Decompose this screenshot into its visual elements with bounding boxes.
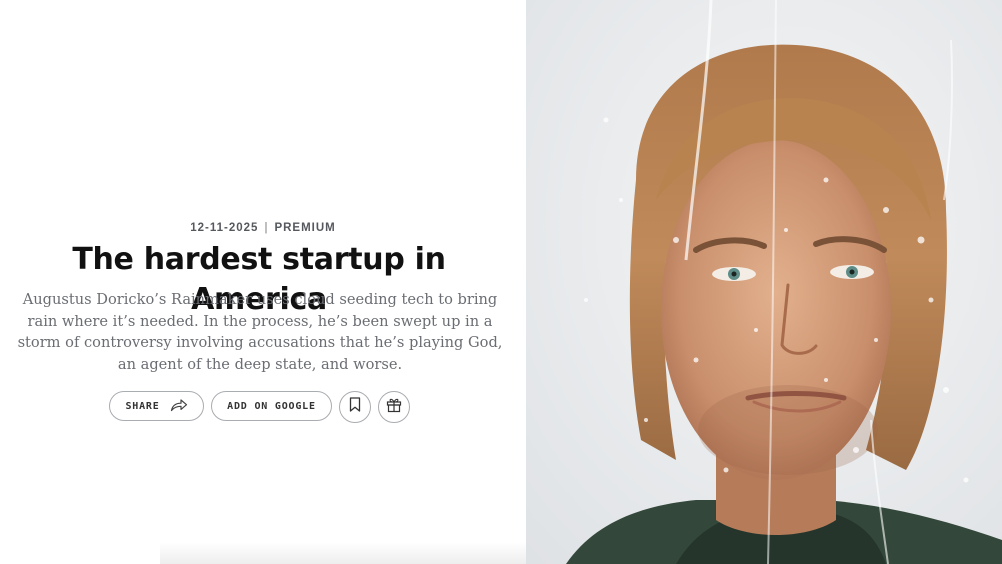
article-header: 12-11-2025 | PREMIUM The hardest startup i… xyxy=(0,0,526,564)
bottom-fade xyxy=(160,542,526,564)
article-date: 12-11-2025 xyxy=(190,222,259,234)
article-actions: SHARE ADD ON GOOGLE xyxy=(0,391,526,423)
portrait-image xyxy=(526,0,1002,564)
gift-button[interactable] xyxy=(378,391,410,423)
article-meta: 12-11-2025 | PREMIUM xyxy=(0,222,526,234)
meta-separator: | xyxy=(264,222,269,234)
bookmark-button[interactable] xyxy=(339,391,371,423)
add-on-google-button[interactable]: ADD ON GOOGLE xyxy=(211,391,332,421)
add-on-google-label: ADD ON GOOGLE xyxy=(227,400,316,412)
article-dek: Augustus Doricko’s Rainmaker uses cloud … xyxy=(17,291,503,373)
bookmark-icon xyxy=(349,397,361,417)
share-arrow-icon xyxy=(170,398,188,415)
premium-label: PREMIUM xyxy=(274,222,336,234)
hero-photo xyxy=(526,0,1002,564)
share-label: SHARE xyxy=(125,400,160,412)
share-button[interactable]: SHARE xyxy=(109,391,204,421)
gift-icon xyxy=(386,397,402,418)
